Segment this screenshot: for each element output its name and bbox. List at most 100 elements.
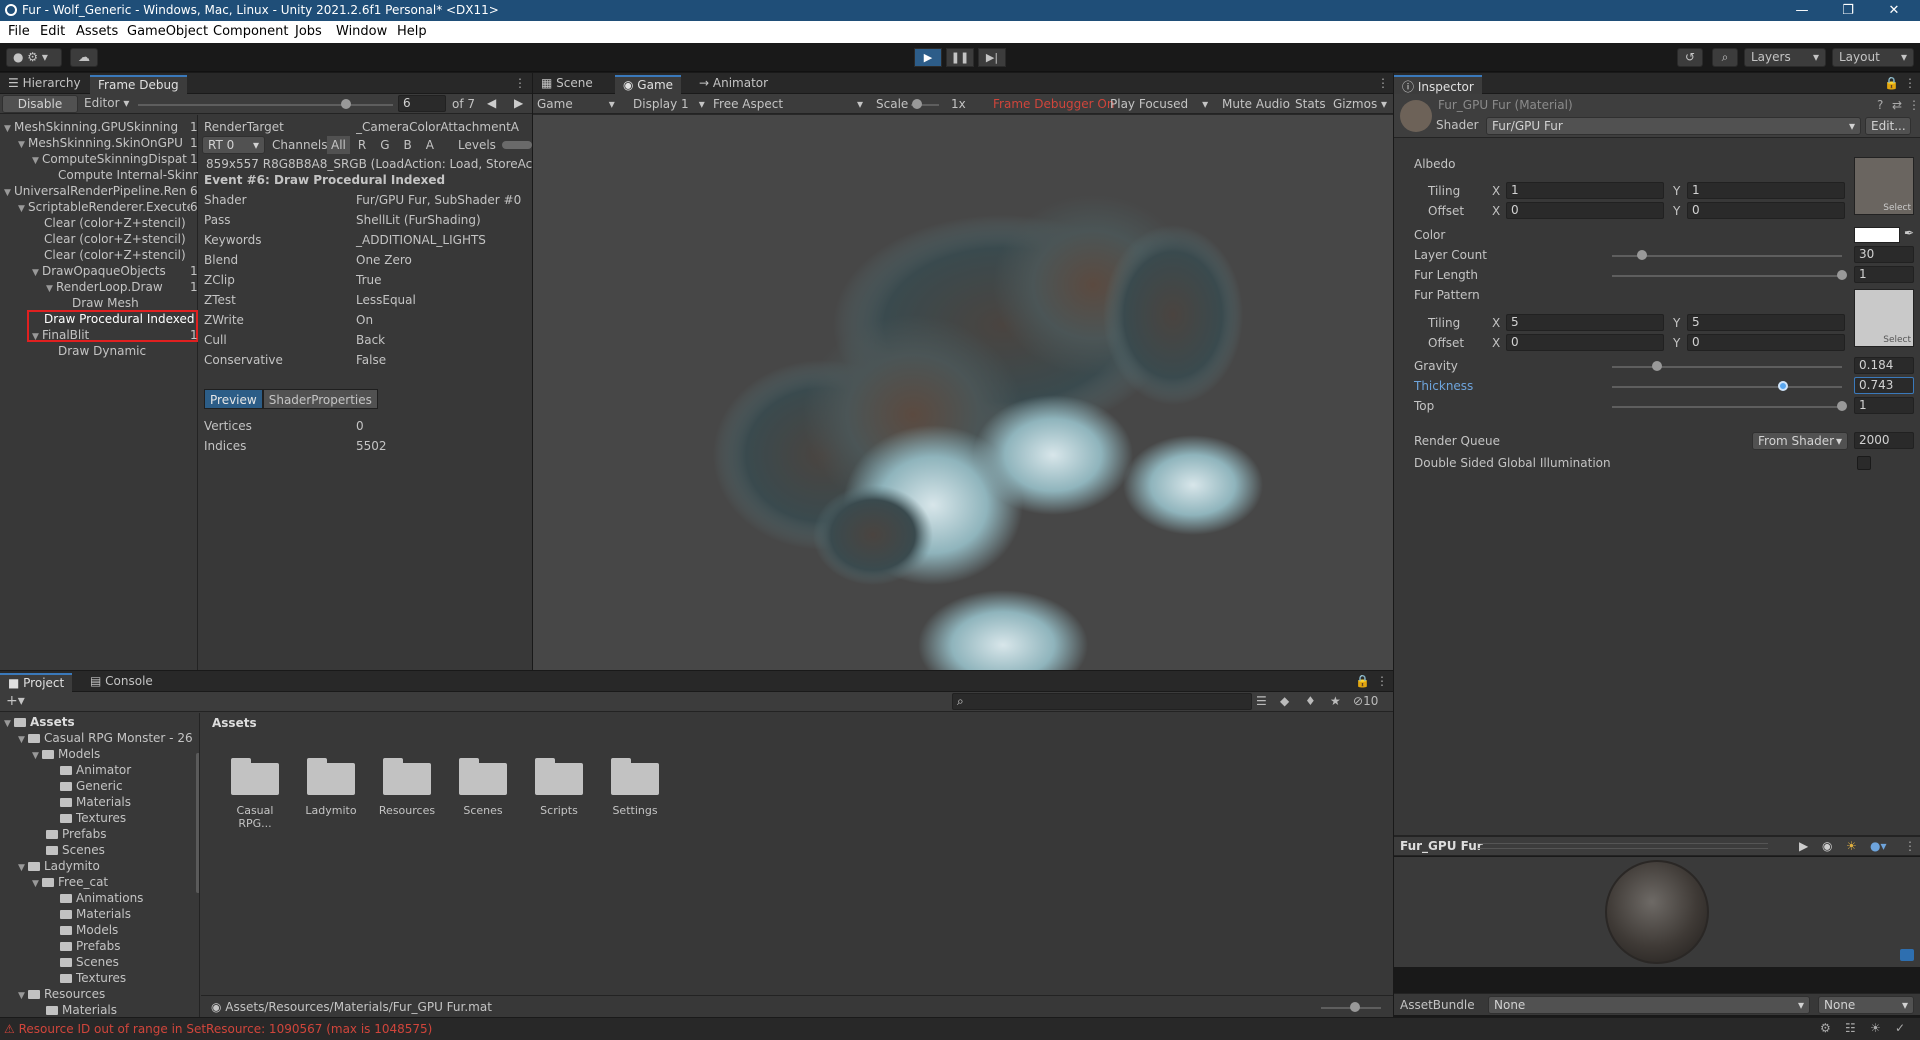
tree-item[interactable]: Textures [60,971,126,985]
icon-size-knob[interactable] [1350,1002,1360,1012]
tree-item[interactable]: ▼ Resources [18,987,105,1001]
menu-assets[interactable]: Assets [76,24,118,39]
pattern-offset-x[interactable]: 0 [1506,334,1664,351]
menu-gameobject[interactable]: GameObject [127,24,208,39]
edit-shader-button[interactable]: Edit... [1865,117,1911,135]
tree-item[interactable]: ▼ Casual RPG Monster - 26 [18,731,193,745]
assets-breadcrumb[interactable]: Assets [212,716,257,730]
list-item[interactable]: ▼ MeshSkinning.GPUSkinning [4,120,178,134]
preview-tag-icon[interactable] [1900,949,1914,961]
folder-icon[interactable] [231,755,279,795]
tree-item[interactable]: Animator [60,763,131,777]
gizmos-dropdown[interactable]: Gizmos ▾ [1333,97,1387,111]
account-button[interactable]: ● ⚙ ▾ [6,48,62,67]
channel-a[interactable]: A [420,136,440,154]
next-event-icon[interactable]: ▶ [514,96,523,110]
channel-all[interactable]: All [327,136,350,154]
network-icon[interactable]: ☷ [1845,1021,1856,1035]
gravity-knob[interactable] [1652,361,1662,371]
albedo-offset-y[interactable]: 0 [1687,202,1845,219]
list-item[interactable]: Draw Mesh [72,296,139,310]
frame-debugger-on-label[interactable]: Frame Debugger On [993,97,1114,111]
tree-item[interactable]: Models [60,923,118,937]
selected-asset-path[interactable]: ◉ Assets/Resources/Materials/Fur_GPU Fur… [211,1000,492,1014]
game-dropdown[interactable]: Game ▾ [537,97,615,111]
help-icon[interactable]: ? [1877,98,1883,112]
tab-game[interactable]: ◉ Game [615,75,682,94]
pause-button[interactable]: ❚❚ [946,48,974,67]
menu-jobs[interactable]: Jobs [295,24,322,39]
tab-project[interactable]: ■ Project [0,673,73,692]
layers-dropdown[interactable]: Layers ▾ [1744,48,1826,67]
tree-item[interactable]: Prefabs [60,939,121,953]
albedo-tiling-y[interactable]: 1 [1687,182,1845,199]
minimize-icon[interactable]: — [1780,1,1824,20]
albedo-select[interactable]: Select [1883,203,1911,213]
preview-shape-icon[interactable]: ◉ [1822,839,1832,853]
list-item[interactable]: ▼ RenderLoop.Draw [46,280,163,294]
tree-item[interactable]: ▼ Assets [4,715,75,729]
tab-hierarchy[interactable]: ☰ Hierarchy [0,75,89,94]
list-item-selected[interactable]: Draw Procedural Indexed [44,312,195,326]
list-item[interactable]: Clear (color+Z+stencil) [44,248,186,262]
tree-item[interactable]: Materials [60,795,131,809]
folder-icon[interactable] [383,755,431,795]
tab-scene[interactable]: ▦ Scene [533,75,601,94]
render-queue-dropdown[interactable]: From Shader ▾ [1752,432,1848,450]
fur-pattern-select[interactable]: Select [1883,335,1911,345]
tree-item[interactable]: Animations [60,891,143,905]
aspect-dropdown[interactable]: Free Aspect ▾ [713,97,863,111]
tree-scrollbar[interactable] [196,753,199,893]
tree-item[interactable]: Generic [60,779,123,793]
tree-item[interactable]: Scenes [46,843,105,857]
tab-console[interactable]: ▤ Console [82,673,161,692]
top-knob[interactable] [1837,401,1847,411]
assetbundle-dropdown[interactable]: None ▾ [1488,996,1810,1014]
label-filter-icon[interactable]: ♦ [1305,694,1316,708]
preview-play-icon[interactable]: ▶ [1799,839,1808,853]
preset-icon[interactable]: ⇄ [1892,98,1902,112]
list-item[interactable]: ▼ DrawOpaqueObjects [32,264,166,278]
list-item[interactable]: Draw Dynamic [58,344,146,358]
game-menu-icon[interactable]: ⋮ [1377,76,1389,90]
menu-edit[interactable]: Edit [40,24,65,39]
type-filter-icon[interactable]: ◆ [1280,694,1289,708]
inspector-menu-icon[interactable]: ⋮ [1904,76,1916,90]
menu-window[interactable]: Window [336,24,387,39]
lighting-icon[interactable]: ☀ [1870,1021,1881,1035]
menu-help[interactable]: Help [397,24,427,39]
project-menu-icon[interactable]: ⋮ [1376,674,1388,688]
thickness-knob[interactable] [1778,381,1788,391]
preview-drag-handle[interactable] [1478,843,1768,849]
tab-inspector[interactable]: ⓘ Inspector [1394,75,1482,94]
pattern-offset-y[interactable]: 0 [1687,334,1845,351]
list-item[interactable]: ▼ ComputeSkinningDispatc [32,152,187,166]
layer-count-field[interactable]: 30 [1854,246,1914,263]
top-field[interactable]: 1 [1854,397,1914,414]
check-icon[interactable]: ✓ [1895,1021,1905,1035]
list-item[interactable]: Clear (color+Z+stencil) [44,232,186,246]
prev-event-icon[interactable]: ◀ [487,96,496,110]
tab-preview[interactable]: Preview [204,389,263,409]
preview-light-icon[interactable]: ☀ [1846,839,1857,853]
fur-pattern-texture-slot[interactable]: Select [1854,289,1914,347]
tab-animator[interactable]: → Animator [691,75,776,94]
menu-file[interactable]: File [8,24,30,39]
game-viewport[interactable] [533,115,1393,670]
material-preview[interactable] [1394,857,1920,967]
gravity-field[interactable]: 0.184 [1854,357,1914,374]
albedo-offset-x[interactable]: 0 [1506,202,1664,219]
close-icon[interactable]: ✕ [1872,1,1916,20]
render-queue-field[interactable]: 2000 [1854,432,1914,449]
hidden-packages-icon[interactable]: ⊘10 [1353,694,1378,708]
tree-item[interactable]: Materials [60,907,131,921]
search-icon[interactable]: ⌕ [1712,48,1738,67]
double-sided-gi-checkbox[interactable] [1857,456,1871,470]
panel-menu-icon[interactable]: ⋮ [514,76,526,90]
list-item[interactable]: ▼ FinalBlit [32,328,89,342]
list-item[interactable]: Clear (color+Z+stencil) [44,216,186,230]
folder-icon[interactable] [459,755,507,795]
favorite-icon[interactable]: ★ [1330,694,1341,708]
search-filter-icon[interactable]: ☰ [1256,694,1267,708]
play-focused-dropdown[interactable]: Play Focused ▾ [1110,97,1208,111]
